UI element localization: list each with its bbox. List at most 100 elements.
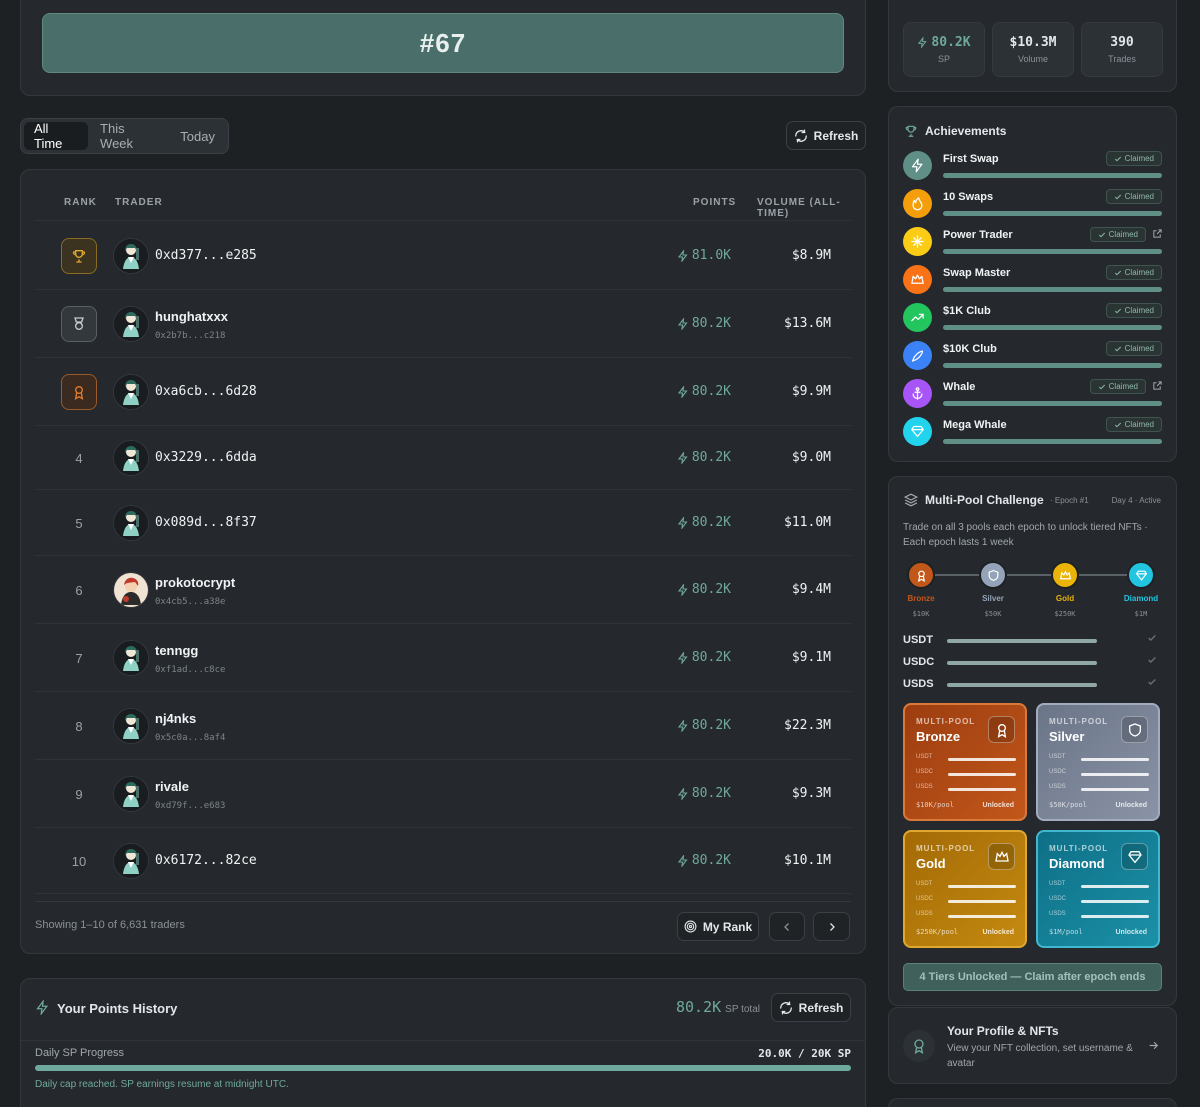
nft-pool-line: USDC — [1049, 896, 1151, 908]
my-rank-button[interactable]: My Rank — [677, 912, 759, 941]
prev-page-button[interactable] — [769, 912, 805, 941]
bolt-icon — [677, 385, 689, 398]
chevron-left-icon — [784, 922, 789, 931]
table-row[interactable]: 7 tenngg 0xf1ad...c8ce 80.2K $9.1M — [35, 624, 851, 692]
tiers-unlocked-banner[interactable]: 4 Tiers Unlocked — Claim after epoch end… — [903, 963, 1162, 991]
nft-card-bronze[interactable]: MULTI-POOL Bronze USDT USDC USDS $10K/pool Unl… — [903, 703, 1027, 821]
achievement-item: $10K Club Claimed — [903, 341, 1163, 375]
achievements-title: Achievements — [925, 124, 1007, 138]
pool-progress — [947, 683, 1097, 687]
tab-all-time[interactable]: All Time — [24, 121, 89, 151]
achievement-progress — [943, 173, 1162, 178]
user-stats-card: 80.2K SP $10.3M Volume 390 Trades — [888, 0, 1177, 92]
sp-total-suffix: SP total — [725, 1004, 760, 1015]
diamond-icon — [903, 417, 932, 446]
nft-card-gold[interactable]: MULTI-POOL Gold USDT USDC USDS $250K/pool Unlo… — [903, 830, 1027, 948]
trader-name[interactable]: 0x6172...82ce — [155, 853, 257, 868]
trader-name[interactable]: 0x089d...8f37 — [155, 515, 257, 530]
history-refresh-button[interactable]: Refresh — [771, 993, 851, 1022]
nft-status: Unlocked — [982, 929, 1014, 936]
table-row[interactable]: 0xd377...e285 81.0K $8.9M — [35, 222, 851, 290]
avatar — [113, 708, 149, 744]
volume-value: $8.9M — [791, 248, 831, 263]
header-points: POINTS — [693, 197, 737, 208]
rank-number: 4 — [75, 450, 83, 466]
volume-value: $22.3M — [784, 718, 831, 733]
trophy-icon — [71, 248, 87, 264]
volume-value: $9.9M — [791, 384, 831, 399]
nft-kicker: MULTI-POOL — [916, 844, 976, 853]
tier-amount: $1M — [1134, 610, 1148, 618]
achievement-item: First Swap Claimed — [903, 151, 1163, 185]
trader-address: 0x4cb5...a38e — [155, 597, 226, 607]
current-rank-banner: #67 — [42, 13, 844, 73]
current-rank: #67 — [419, 27, 467, 58]
achievement-name: Mega Whale — [943, 419, 1007, 431]
points-value: 80.2K — [677, 786, 731, 801]
achievement-progress — [943, 439, 1162, 444]
achievement-name: Power Trader — [943, 229, 1013, 241]
multipool-status: Day 4 · Active — [1111, 496, 1161, 505]
award-icon — [915, 569, 928, 582]
nft-pool-line: USDT — [1049, 881, 1151, 893]
tab-this-week[interactable]: This Week — [90, 121, 168, 151]
trader-name[interactable]: 0x3229...6dda — [155, 450, 257, 465]
achievement-name: Swap Master — [943, 267, 1011, 279]
nft-pool-line: USDC — [916, 896, 1018, 908]
history-title: Your Points History — [57, 1001, 178, 1016]
table-row[interactable]: 9 rivale 0xd79f...e683 80.2K $9.3M — [35, 760, 851, 828]
refresh-button[interactable]: Refresh — [786, 121, 866, 150]
external-link-icon[interactable] — [1152, 380, 1163, 391]
points-value: 80.2K — [677, 582, 731, 597]
crown-icon — [903, 265, 932, 294]
check-icon — [1114, 307, 1122, 315]
avatar — [113, 640, 149, 676]
trader-name[interactable]: hunghatxxx — [155, 309, 228, 324]
bolt-icon — [918, 37, 928, 48]
profile-nfts-card[interactable]: Your Profile & NFTs View your NFT collec… — [888, 1007, 1177, 1084]
tier-amount: $250K — [1054, 610, 1076, 618]
trader-name[interactable]: tenngg — [155, 643, 198, 658]
external-link-icon[interactable] — [1152, 228, 1163, 239]
table-row[interactable]: hunghatxxx 0x2b7b...c218 80.2K $13.6M — [35, 290, 851, 358]
pool-row: USDS — [903, 678, 1163, 692]
refresh-label: Refresh — [813, 128, 859, 143]
next-page-button[interactable] — [813, 912, 850, 941]
avatar — [113, 572, 149, 608]
table-row[interactable]: 0xa6cb...6d28 80.2K $9.9M — [35, 358, 851, 426]
check-icon — [1114, 421, 1122, 429]
nft-card-silver[interactable]: MULTI-POOL Silver USDT USDC USDS $50K/pool Unl… — [1036, 703, 1160, 821]
table-row[interactable]: 10 0x6172...82ce 80.2K $10.1M — [35, 828, 851, 894]
tier-name: Gold — [1055, 594, 1075, 603]
table-row[interactable]: 6 prokotocrypt 0x4cb5...a38e 80.2K $9.4M — [35, 556, 851, 624]
avatar — [113, 505, 149, 541]
trader-name[interactable]: prokotocrypt — [155, 575, 235, 590]
trader-name[interactable]: 0xa6cb...6d28 — [155, 384, 257, 399]
stat-trades-value: 390 — [1110, 35, 1134, 50]
daily-progress-fill — [35, 1065, 851, 1071]
my-rank-label: My Rank — [702, 919, 753, 934]
header-rank: RANK — [64, 197, 97, 208]
trader-name[interactable]: nj4nks — [155, 711, 196, 726]
trader-name[interactable]: 0xd377...e285 — [155, 248, 257, 263]
table-row[interactable]: 8 nj4nks 0x5c0a...8af4 80.2K $22.3M — [35, 692, 851, 760]
achievement-progress — [943, 363, 1162, 368]
nft-kicker: MULTI-POOL — [1049, 844, 1109, 853]
tier-node-bronze — [907, 561, 935, 589]
flame-icon — [903, 189, 932, 218]
achievement-progress — [943, 249, 1162, 254]
check-icon — [1147, 633, 1157, 646]
tier-amount: $50K — [984, 610, 1002, 618]
leaderboard-table: RANK TRADER POINTS VOLUME (ALL-TIME) 0xd… — [20, 169, 866, 954]
nft-card-diamond[interactable]: MULTI-POOL Diamond USDT USDC USDS $1M/pool Unl… — [1036, 830, 1160, 948]
bolt-icon — [36, 1000, 49, 1015]
award-icon — [988, 716, 1015, 743]
table-row[interactable]: 4 0x3229...6dda 80.2K $9.0M — [35, 426, 851, 490]
tab-today[interactable]: Today — [170, 122, 225, 150]
daily-progress-value: 20.0K / 20K SP — [758, 1047, 851, 1060]
table-row[interactable]: 5 0x089d...8f37 80.2K $11.0M — [35, 490, 851, 556]
pagination-summary: Showing 1–10 of 6,631 traders — [35, 919, 185, 931]
trader-name[interactable]: rivale — [155, 779, 189, 794]
rank-badge-gold — [61, 238, 97, 274]
nft-kicker: MULTI-POOL — [916, 717, 976, 726]
